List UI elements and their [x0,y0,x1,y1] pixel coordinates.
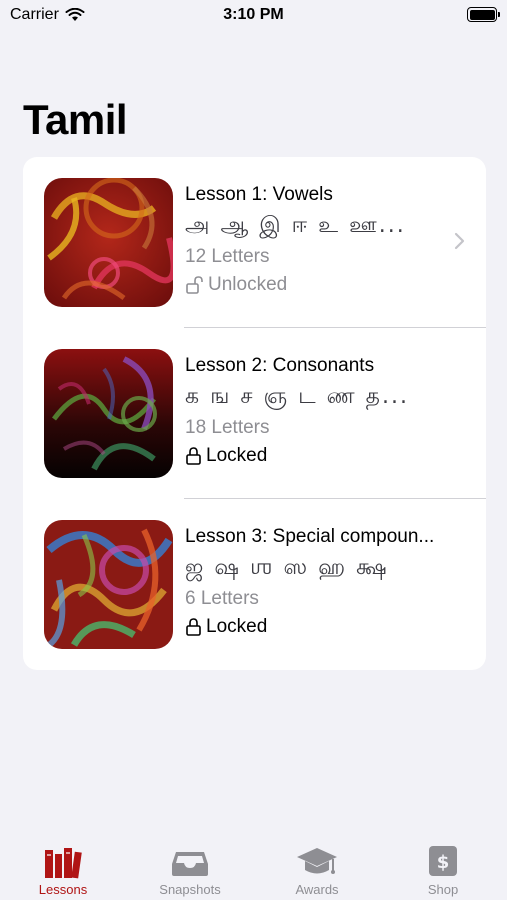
books-icon [45,848,82,879]
lesson-info: Lesson 2: Consonants க ங ச ஞ ட ண த... 18… [185,352,455,470]
chevron-right-icon [454,232,465,250]
lesson-letter-count: 6 Letters [185,588,259,609]
lesson-row-consonants[interactable]: Lesson 2: Consonants க ங ச ஞ ட ண த... 18… [23,328,486,499]
lock-open-icon [186,276,203,294]
status-time: 3:10 PM [223,6,284,23]
lesson-status-label: Locked [206,445,268,466]
lesson-info: Lesson 3: Special compoun... ஜ ஷ ஶ ஸ ஹ க… [185,523,455,641]
lesson-thumbnail [44,520,173,649]
lesson-letters: அ ஆ இ ஈ உ ஊ... [185,213,406,238]
status-bar: Carrier 3:10 PM [0,0,507,32]
lessons-list: Lesson 1: Vowels அ ஆ இ ஈ உ ஊ... 12 Lette… [23,157,486,670]
tab-snapshots[interactable]: Snapshots [127,830,253,900]
tray-icon [172,852,208,876]
graduation-cap-icon [297,848,337,874]
tab-shop[interactable]: $ Shop [380,830,506,900]
lock-icon [186,618,201,636]
dollar-icon: $ [429,846,457,876]
lesson-title: Lesson 2: Consonants [185,355,375,376]
lesson-letters: க ங ச ஞ ட ண த... [185,384,409,409]
lesson-letter-count: 18 Letters [185,417,270,438]
battery-icon [467,7,500,22]
tab-label: Snapshots [159,882,221,897]
lock-icon [186,447,201,465]
lesson-status-label: Unlocked [208,274,288,295]
lesson-status: Locked [185,613,455,641]
lesson-thumbnail [44,178,173,307]
page-title: Tamil [23,96,128,143]
lesson-thumbnail [44,349,173,478]
lesson-row-special-compounds[interactable]: Lesson 3: Special compoun... ஜ ஷ ஶ ஸ ஹ க… [23,499,486,670]
lesson-title: Lesson 1: Vowels [185,184,333,205]
lesson-letter-count: 12 Letters [185,246,270,267]
lesson-letters: ஜ ஷ ஶ ஸ ஹ க்ஷ [185,555,389,580]
lesson-status-label: Locked [206,616,268,637]
svg-text:$: $ [437,852,450,873]
lesson-status: Locked [185,442,455,470]
tab-awards[interactable]: Awards [254,830,380,900]
lesson-status: Unlocked [185,271,455,299]
lesson-row-vowels[interactable]: Lesson 1: Vowels அ ஆ இ ஈ உ ஊ... 12 Lette… [23,157,486,328]
lesson-info: Lesson 1: Vowels அ ஆ இ ஈ உ ஊ... 12 Lette… [185,181,455,299]
tab-bar: Lessons Snapshots Awards $ Shop [0,830,507,900]
lesson-title: Lesson 3: Special compoun... [185,526,435,547]
tab-label: Awards [295,882,339,897]
tab-lessons[interactable]: Lessons [0,830,126,900]
tab-label: Shop [427,882,459,897]
tab-label: Lessons [38,882,88,897]
